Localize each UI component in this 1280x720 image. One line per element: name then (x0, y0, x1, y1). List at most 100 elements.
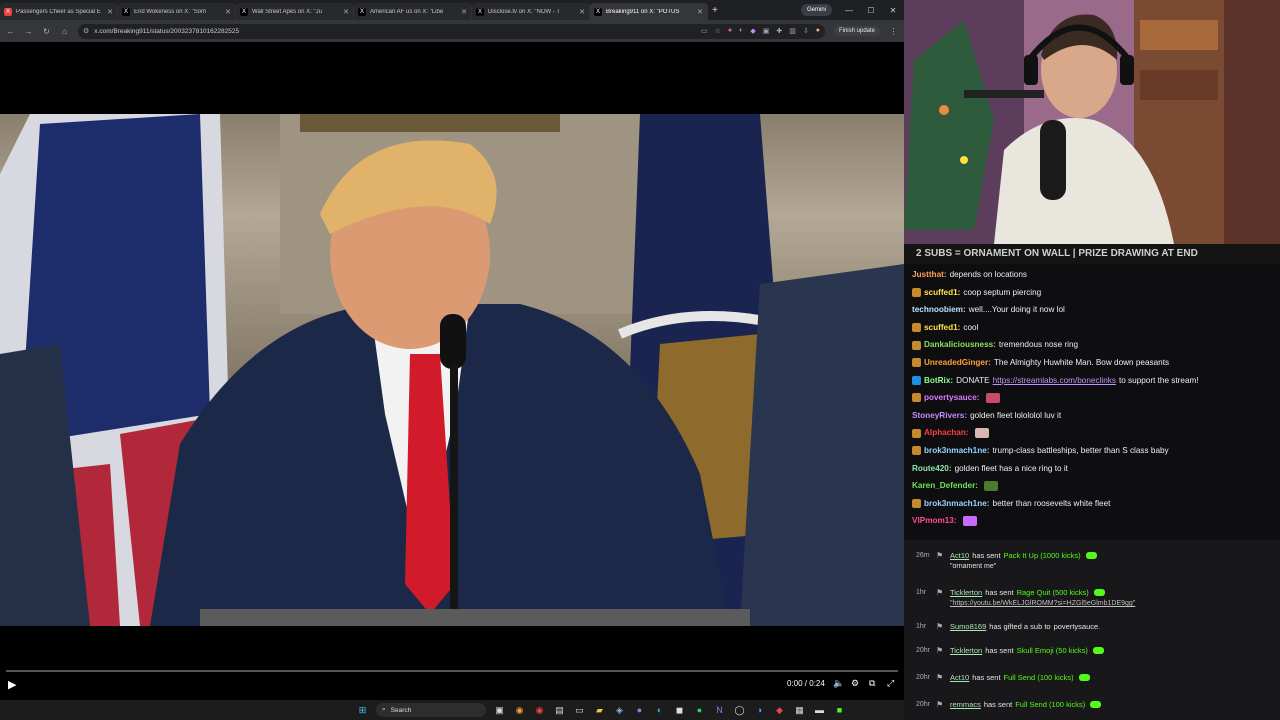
app-icon[interactable]: ▦ (793, 705, 806, 716)
chat-username[interactable]: scuffed1: (924, 284, 960, 302)
extension-icon[interactable]: ◆ (750, 27, 755, 35)
x-logo-icon: X (476, 7, 484, 16)
forward-icon[interactable]: → (24, 27, 33, 36)
chat-username[interactable]: BotRix: (924, 372, 953, 390)
puzzle-icon[interactable]: ✚ (776, 27, 782, 35)
chat-username[interactable]: brok3nmach1ne: (924, 495, 990, 513)
kicks-icon (1078, 674, 1090, 681)
close-window-icon[interactable]: ✕ (882, 6, 904, 15)
app-icon[interactable]: ▤ (553, 705, 566, 716)
spotify-icon[interactable]: ● (693, 705, 706, 715)
chat-username[interactable]: Justthat: (912, 266, 947, 284)
finish-update-button[interactable]: Finish update (833, 26, 880, 36)
alert-age: 20hr (916, 647, 931, 654)
video-frame[interactable] (0, 114, 904, 626)
chrome-icon[interactable]: ◉ (533, 705, 546, 716)
chat-username[interactable]: povertysauce: (924, 389, 980, 407)
chat-username[interactable]: brok3nmach1ne: (924, 442, 990, 460)
chat-message: scuffed1: cool (912, 319, 1272, 337)
new-tab-button[interactable]: + (712, 5, 724, 16)
badge-icon (912, 499, 921, 509)
chat-username[interactable]: Karen_Defender: (912, 477, 978, 495)
extension-icon[interactable]: ◐ (739, 27, 743, 35)
browser-tab[interactable]: X Wall Street Apes on X: "Ju ✕ (236, 3, 354, 20)
close-tab-icon[interactable]: ✕ (461, 8, 467, 16)
address-bar[interactable]: ⚙ x.com/Breaking911/status/2003237810162… (78, 23, 825, 39)
task-view-icon[interactable]: ▣ (493, 705, 506, 716)
alert-username[interactable]: Ticklerton (950, 588, 982, 597)
folder-icon[interactable]: ▰ (593, 705, 606, 716)
alert-username[interactable]: remmacs (950, 700, 981, 709)
fullscreen-icon[interactable]: ⤢ (887, 678, 894, 689)
chat-username[interactable]: UnreadedGinger: (924, 354, 991, 372)
app-icon[interactable]: ■ (833, 705, 846, 715)
cast-icon[interactable]: ▭ (701, 27, 708, 35)
edge-icon[interactable]: ◐ (653, 705, 666, 715)
alert-username[interactable]: Act10 (950, 551, 969, 560)
chat-message: Karen_Defender: (912, 477, 1272, 495)
site-info-icon[interactable]: ⚙ (83, 27, 89, 35)
badge-icon (912, 323, 921, 333)
browser-tab[interactable]: X Disclose.tv on X: "NOW - T ✕ (472, 3, 590, 20)
back-icon[interactable]: ← (6, 27, 15, 36)
close-tab-icon[interactable]: ✕ (579, 8, 585, 16)
pip-icon[interactable]: ⧉ (869, 678, 875, 689)
download-icon[interactable]: ⇩ (803, 27, 809, 35)
chrome-icon[interactable]: ◉ (513, 705, 526, 716)
app-icon[interactable]: ◼ (673, 705, 686, 716)
alert-username[interactable]: Act10 (950, 673, 969, 682)
close-tab-icon[interactable]: ✕ (343, 8, 349, 16)
webcam-feed (904, 0, 1280, 244)
video-progress-bar[interactable] (6, 670, 898, 672)
alert-target: povertysauce. (1053, 622, 1101, 631)
alert-username[interactable]: Sumo8169 (950, 622, 986, 631)
chat-username[interactable]: Alphachan: (924, 424, 969, 442)
reload-icon[interactable]: ↻ (42, 27, 51, 36)
extension-icon[interactable]: ● (728, 27, 732, 35)
extension-icon[interactable]: ▣ (763, 27, 770, 35)
browser-tab[interactable]: X End Wokeness on X: "Som ✕ (118, 3, 236, 20)
app-icon[interactable]: N (713, 705, 726, 715)
app-icon[interactable]: ▬ (813, 705, 826, 715)
chat-username[interactable]: Route420: (912, 460, 952, 478)
play-icon[interactable]: ▶ (8, 678, 16, 691)
taskbar-search[interactable]: ⌕ Search (376, 703, 486, 717)
ornament (960, 156, 968, 164)
windows-start-icon[interactable]: ⊞ (356, 705, 369, 716)
chat-link[interactable]: https://streamlabs.com/boneclinks (993, 372, 1116, 390)
app-icon[interactable]: ● (633, 705, 646, 715)
browser-tab[interactable]: X American AF us on X: "Libe ✕ (354, 3, 472, 20)
alert-username[interactable]: Ticklerton (950, 646, 982, 655)
chat-username[interactable]: StoneyRivers: (912, 407, 967, 425)
maps-pin-icon[interactable]: ◆ (773, 705, 786, 716)
close-tab-icon[interactable]: ✕ (697, 8, 703, 16)
close-tab-icon[interactable]: ✕ (107, 8, 113, 16)
alert-age: 20hr (916, 701, 931, 708)
chat-text: depends on locations (949, 270, 1027, 279)
close-tab-icon[interactable]: ✕ (225, 8, 231, 16)
alert-line: 20hr ⚑ remmacs has sent Full Send (100 kicks… (908, 700, 1102, 709)
gemini-button[interactable]: Gemini (800, 4, 832, 16)
browser-tab[interactable]: X Passengers Cheer as Special E ✕ (0, 3, 118, 20)
app-icon[interactable]: ◯ (733, 705, 746, 716)
profile-avatar[interactable]: ● (816, 27, 820, 35)
sidebar-icon[interactable]: ▥ (789, 27, 796, 35)
chat-text: DONATE (956, 375, 990, 385)
volume-icon[interactable]: 🔈 (833, 678, 844, 689)
chat-username[interactable]: scuffed1: (924, 319, 960, 337)
video-player[interactable]: ▶ 0:00 / 0:24 🔈 ⚙ ⧉ ⤢ (0, 42, 904, 700)
chat-username[interactable]: VIPmom13: (912, 512, 957, 530)
minimize-icon[interactable]: — (838, 6, 860, 15)
terminal-icon[interactable]: ▭ (573, 705, 586, 716)
maximize-icon[interactable]: ☐ (860, 6, 882, 15)
browser-tab-active[interactable]: X Breaking911 on X: "POTUS ✕ (590, 3, 708, 20)
chat-username[interactable]: technoobiem: (912, 301, 966, 319)
chat-username[interactable]: Dankaliciousness: (924, 336, 996, 354)
bookmark-star-icon[interactable]: ☆ (715, 27, 721, 35)
settings-gear-icon[interactable]: ⚙ (851, 678, 859, 689)
steam-icon[interactable]: ◈ (613, 705, 626, 716)
app-icon[interactable]: ◑ (753, 705, 766, 715)
home-icon[interactable]: ⌂ (60, 27, 69, 36)
alert-action: has gifted a sub to (989, 622, 1051, 631)
menu-dots-icon[interactable]: ⋮ (889, 27, 898, 36)
